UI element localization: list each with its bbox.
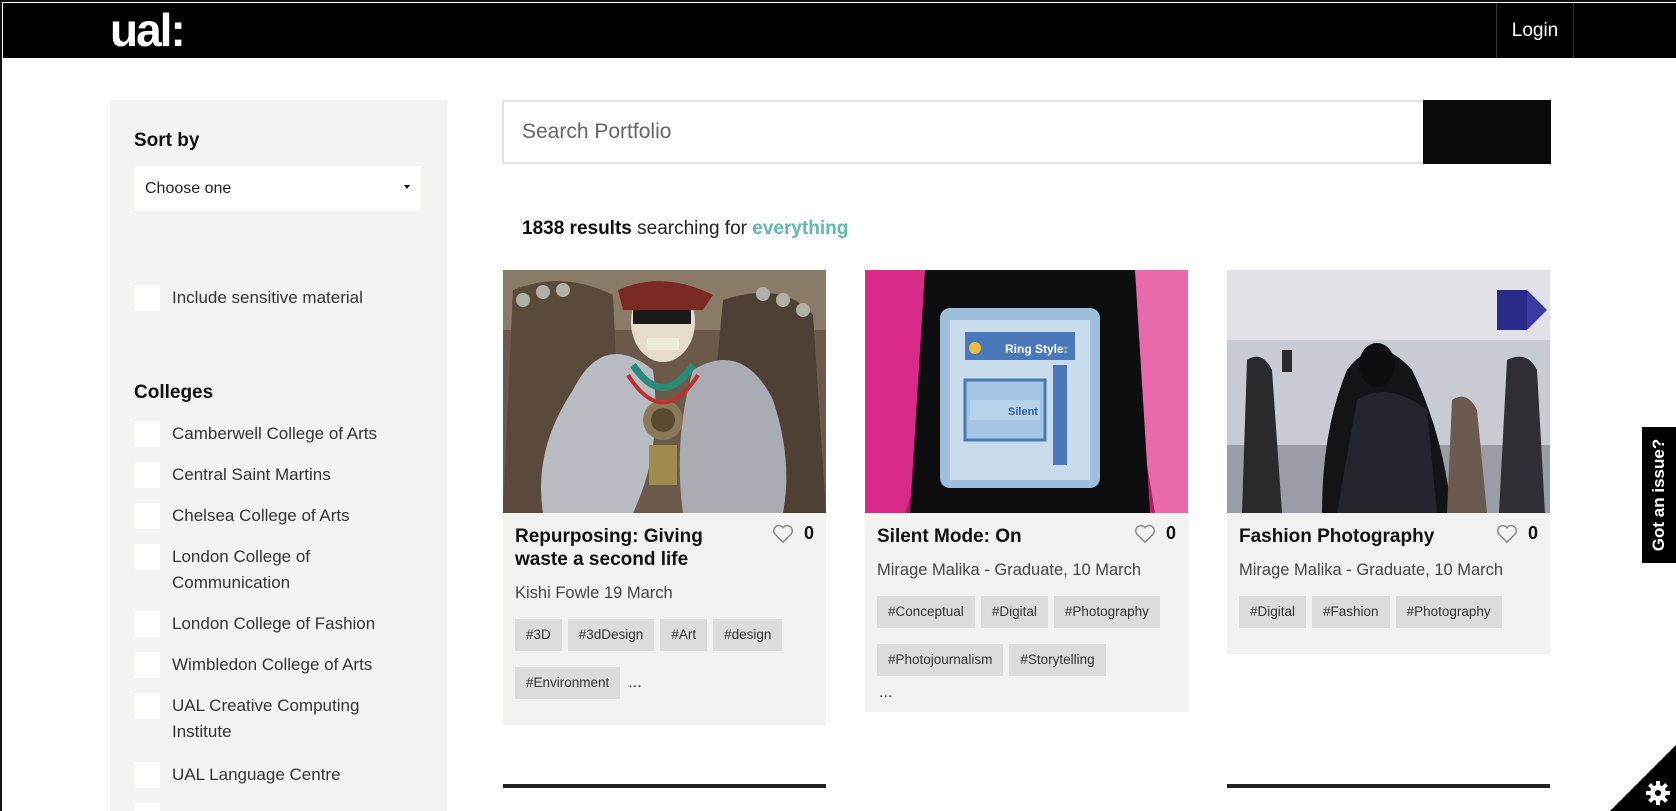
college-checkbox[interactable]	[134, 421, 160, 447]
tag[interactable]: #Digital	[1239, 596, 1307, 628]
heart-outline-icon[interactable]	[772, 524, 794, 544]
portfolio-card[interactable]: Ring Style: Silent Silent Mode: On 0 Mir…	[865, 270, 1188, 712]
like-count: 0	[1165, 523, 1176, 543]
like-count: 0	[803, 523, 814, 543]
portfolio-card[interactable]: Repurposing: Giving waste a second life …	[503, 270, 826, 725]
project-image[interactable]: Ring Style: Silent	[865, 270, 1188, 513]
phone-ring-style-text: Ring Style:	[1005, 342, 1068, 356]
college-label: Camberwell College of Arts	[172, 424, 378, 443]
search-bar	[502, 100, 1551, 164]
college-label: Chelsea College of Arts	[172, 506, 350, 525]
next-card-top-border	[1227, 784, 1550, 788]
college-option[interactable]: UAL Creative Computing Institute	[134, 693, 434, 745]
login-button[interactable]: Login	[1496, 3, 1574, 58]
tag[interactable]: #Fashion	[1312, 596, 1390, 628]
college-option[interactable]: London College of Communication	[134, 544, 434, 596]
college-label: London College of Fashion	[172, 614, 376, 633]
project-title[interactable]: Repurposing: Giving waste a second life	[515, 525, 735, 571]
tag-list: #Digital #Fashion #Photography	[1239, 596, 1538, 644]
tag[interactable]: #Environment	[515, 667, 621, 699]
sort-select-value: Choose one	[145, 179, 232, 197]
tag[interactable]: #3D	[515, 619, 562, 651]
results-summary: 1838 results searching for everything	[522, 218, 848, 240]
sensitive-material-option[interactable]: Include sensitive material	[134, 285, 434, 311]
heart-outline-icon[interactable]	[1134, 524, 1156, 544]
tag[interactable]: #Digital	[980, 596, 1048, 628]
tag-list: #3D #3dDesign #Art #design #Environment …	[515, 619, 814, 715]
more-tags[interactable]: ...	[879, 684, 1176, 702]
college-checkbox[interactable]	[134, 652, 160, 678]
college-checkbox[interactable]	[134, 611, 160, 637]
tag[interactable]: #Art	[660, 619, 708, 651]
project-image[interactable]	[503, 270, 826, 513]
college-checkbox[interactable]	[134, 762, 160, 788]
tag[interactable]: #Photography	[1053, 596, 1160, 628]
search-input[interactable]	[502, 100, 1423, 164]
sort-select[interactable]: Choose one	[134, 166, 421, 211]
like-counter[interactable]: 0	[1134, 523, 1176, 544]
sensitive-material-checkbox[interactable]	[134, 285, 160, 311]
tag[interactable]: #design	[713, 619, 783, 651]
project-author-date: Mirage Malika - Graduate, 10 March	[877, 561, 1142, 579]
phone-silent-text: Silent	[1008, 406, 1038, 418]
gear-icon	[1646, 781, 1670, 805]
tag[interactable]: #Photography	[1395, 596, 1502, 628]
settings-corner-button[interactable]	[1610, 745, 1676, 811]
like-counter[interactable]: 0	[772, 523, 814, 544]
like-counter[interactable]: 0	[1496, 523, 1538, 544]
ual-logo[interactable]: ual:	[110, 5, 186, 55]
caret-down-icon	[404, 185, 410, 189]
sensitive-material-label: Include sensitive material	[172, 288, 363, 307]
search-term[interactable]: everything	[752, 218, 848, 239]
results-count: 1838 results	[522, 218, 632, 239]
college-option[interactable]: Camberwell College of Arts	[134, 421, 434, 447]
tag-list: #Conceptual #Digital #Photography #Photo…	[877, 596, 1176, 692]
next-card-top-border	[503, 784, 826, 788]
college-option[interactable]	[134, 803, 434, 811]
portfolio-card[interactable]: Fashion Photography 0 Mirage Malika - Gr…	[1227, 270, 1550, 654]
got-an-issue-label: Got an issue?	[1649, 438, 1669, 552]
college-checkbox[interactable]	[134, 693, 160, 719]
tag[interactable]: #3dDesign	[567, 619, 655, 651]
college-option[interactable]: Wimbledon College of Arts	[134, 652, 434, 678]
sort-by-heading: Sort by	[134, 130, 200, 151]
search-button[interactable]	[1423, 100, 1551, 164]
project-title[interactable]: Silent Mode: On	[877, 525, 1097, 548]
more-tags[interactable]: ...	[628, 667, 641, 715]
college-option[interactable]: UAL Language Centre	[134, 762, 434, 788]
college-checkbox[interactable]	[134, 462, 160, 488]
college-option[interactable]: Chelsea College of Arts	[134, 503, 434, 529]
tag[interactable]: #Storytelling	[1009, 644, 1106, 676]
tag[interactable]: #Photojournalism	[877, 644, 1004, 676]
college-label: UAL Creative Computing Institute	[172, 696, 360, 741]
college-checkbox[interactable]	[134, 503, 160, 529]
like-count: 0	[1527, 523, 1538, 543]
top-bar: ual: Login	[3, 3, 1676, 58]
results-text: searching for	[631, 218, 753, 239]
filter-sidebar: Sort by Choose one Include sensitive mat…	[110, 100, 447, 811]
college-label: Wimbledon College of Arts	[172, 655, 373, 674]
project-image[interactable]	[1227, 270, 1550, 513]
heart-outline-icon[interactable]	[1496, 524, 1518, 544]
tag[interactable]: #Conceptual	[877, 596, 975, 628]
college-option[interactable]: London College of Fashion	[134, 611, 434, 637]
college-label: UAL Language Centre	[172, 765, 341, 784]
colleges-heading: Colleges	[134, 382, 214, 403]
project-author-date: Mirage Malika - Graduate, 10 March	[1239, 561, 1504, 579]
college-label: Central Saint Martins	[172, 465, 331, 484]
got-an-issue-tab[interactable]: Got an issue?	[1642, 427, 1676, 563]
college-checkbox[interactable]	[134, 544, 160, 570]
project-author-date: Kishi Fowle 19 March	[515, 584, 673, 602]
college-option[interactable]: Central Saint Martins	[134, 462, 434, 488]
project-title[interactable]: Fashion Photography	[1239, 525, 1459, 548]
college-label: London College of Communication	[172, 547, 311, 592]
college-checkbox[interactable]	[134, 803, 160, 811]
